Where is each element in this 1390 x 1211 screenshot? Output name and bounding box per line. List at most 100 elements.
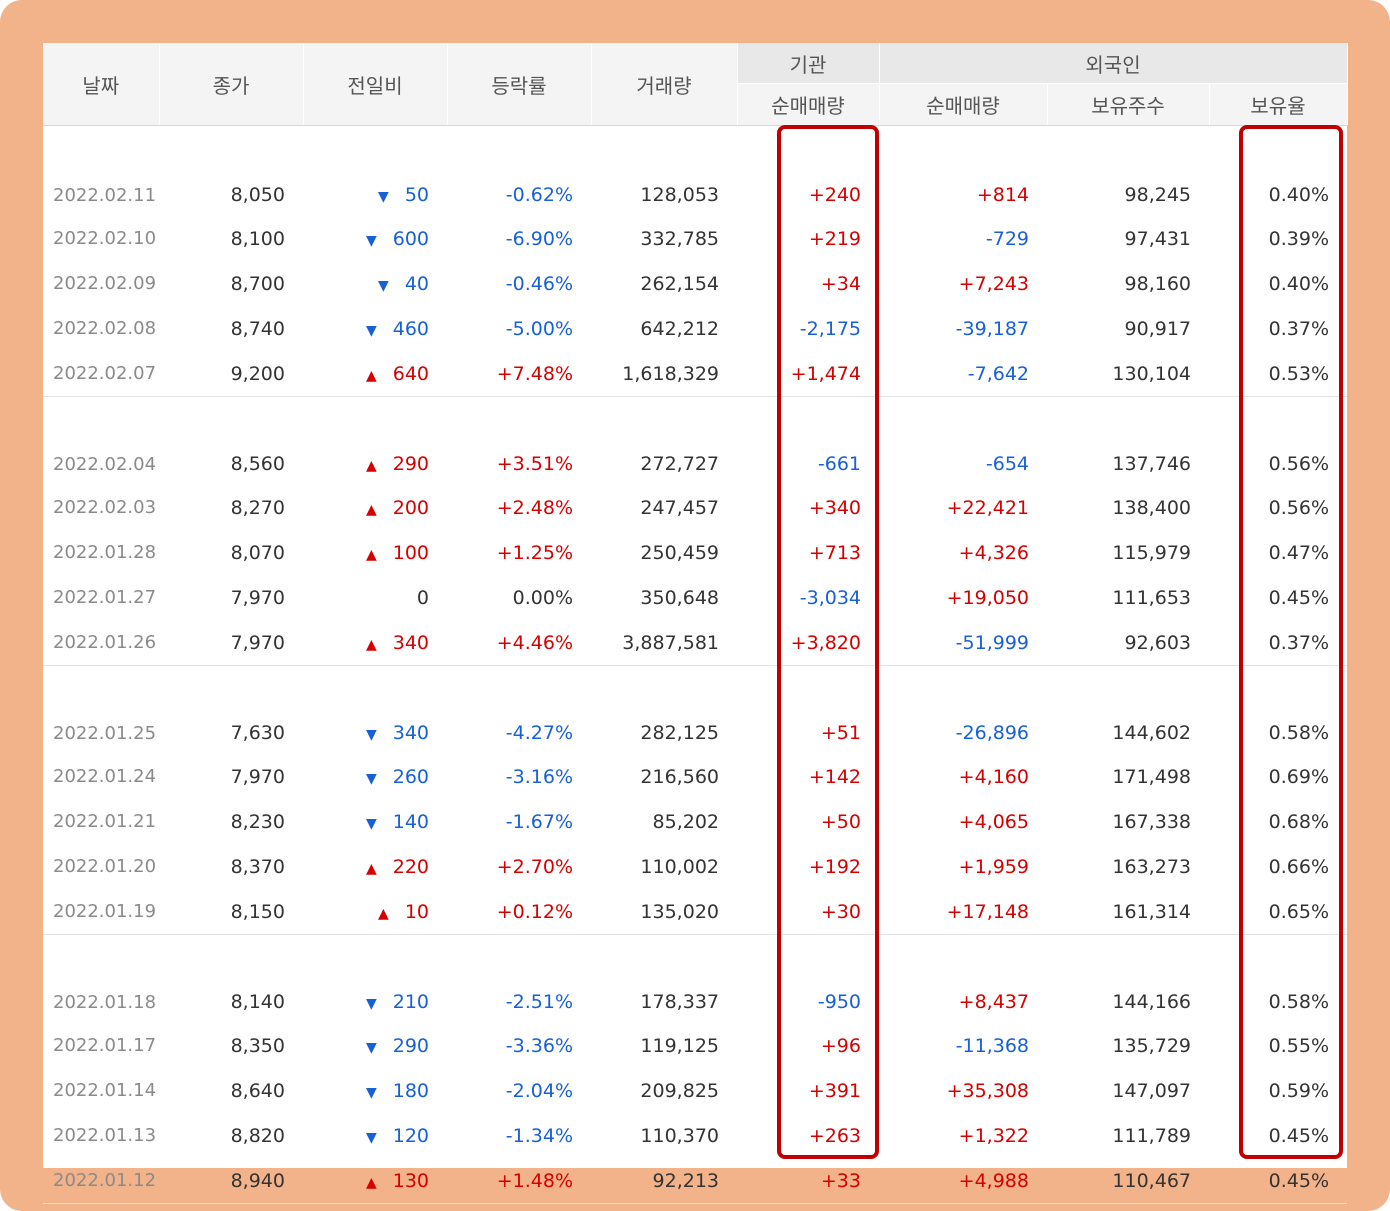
cell-change: ▼ 210: [303, 935, 447, 1023]
cell-foreign-holdings: 144,166: [1112, 991, 1191, 1013]
table-row: 2022.01.20 8,370 ▲ 220 +2.70% 110,002 +192 +1,9…: [43, 844, 1347, 889]
down-arrow-icon: ▼: [365, 996, 377, 1012]
group-divider: [43, 1203, 1347, 1204]
cell-rate: -5.00%: [505, 317, 573, 340]
cell-rate: +7.48%: [496, 362, 573, 385]
cell-foreign-net: +1,959: [958, 855, 1029, 878]
table-row: 2022.01.21 8,230 ▼ 140 -1.67% 85,202 +50 +4,065…: [43, 799, 1347, 844]
stock-trading-table: 날짜 종가 전일비 등락률 거래량 기관 외국인 순매매량 순매매량 보유주수 …: [43, 43, 1348, 1204]
cell-volume: 250,459: [640, 541, 719, 564]
cell-rate: 0.00%: [512, 586, 573, 609]
cell-change: ▼ 140: [303, 799, 447, 844]
change-value: 290: [392, 1034, 429, 1057]
ratio-column-highlight: [1239, 125, 1343, 1159]
cell-date: 2022.02.09: [53, 273, 157, 294]
cell-close: 8,350: [230, 1034, 285, 1057]
down-arrow-icon: ▼: [365, 727, 377, 743]
cell-close: 7,970: [230, 631, 285, 654]
cell-rate: +2.70%: [496, 855, 573, 878]
cell-foreign-holdings: 90,917: [1124, 317, 1191, 340]
cell-volume: 135,020: [640, 900, 719, 923]
cell-volume: 332,785: [640, 227, 719, 250]
cell-foreign-net: +17,148: [946, 900, 1029, 923]
cell-rate: +1.25%: [496, 541, 573, 564]
cell-rate: -0.46%: [505, 272, 573, 295]
cell-close: 8,100: [230, 227, 285, 250]
cell-foreign-holdings: 98,245: [1124, 184, 1191, 206]
table-panel: 날짜 종가 전일비 등락률 거래량 기관 외국인 순매매량 순매매량 보유주수 …: [43, 43, 1348, 1204]
cell-date: 2022.01.27: [53, 587, 157, 608]
cell-volume: 119,125: [640, 1034, 719, 1057]
cell-close: 8,140: [230, 991, 285, 1013]
cell-close: 8,940: [230, 1169, 285, 1192]
cell-change: ▼ 40: [303, 261, 447, 306]
cell-date: 2022.01.28: [53, 542, 157, 563]
cell-volume: 209,825: [640, 1079, 719, 1102]
change-value: 260: [392, 765, 429, 788]
cell-close: 8,270: [230, 496, 285, 519]
cell-rate: -3.16%: [505, 765, 573, 788]
cell-volume: 85,202: [652, 810, 719, 833]
down-arrow-icon: ▼: [378, 189, 389, 205]
cell-rate: -2.04%: [505, 1079, 573, 1102]
cell-foreign-holdings: 111,653: [1112, 586, 1191, 609]
cell-date: 2022.01.13: [53, 1125, 157, 1146]
cell-volume: 282,125: [640, 722, 719, 744]
change-value: 180: [392, 1079, 429, 1102]
change-value: 340: [392, 722, 429, 744]
cell-date: 2022.02.10: [53, 228, 157, 249]
header-foreign-holdings: 보유주수: [1047, 83, 1210, 126]
cell-volume: 3,887,581: [622, 631, 719, 654]
change-value: 120: [392, 1124, 429, 1147]
header-close: 종가: [159, 43, 304, 126]
cell-volume: 110,002: [640, 855, 719, 878]
cell-foreign-net: +1,322: [958, 1124, 1029, 1147]
down-arrow-icon: ▼: [365, 815, 377, 832]
divider-line: [43, 1203, 1347, 1204]
table-row: 2022.01.17 8,350 ▼ 290 -3.36% 119,125 +96 -11,3…: [43, 1023, 1347, 1068]
header-change: 전일비: [303, 43, 448, 126]
cell-change: ▲ 10: [303, 889, 447, 935]
cell-foreign-holdings: 111,789: [1112, 1124, 1191, 1147]
cell-close: 8,700: [230, 272, 285, 295]
cell-rate: -0.62%: [505, 184, 573, 206]
cell-foreign-net: +4,065: [958, 810, 1029, 833]
up-arrow-icon: ▲: [365, 458, 377, 474]
down-arrow-icon: ▼: [365, 1039, 377, 1056]
cell-rate: -4.27%: [505, 722, 573, 744]
table-row: 2022.02.08 8,740 ▼ 460 -5.00% 642,212 -2,175 -3…: [43, 306, 1347, 351]
cell-foreign-holdings: 144,602: [1112, 722, 1191, 744]
table-row: 2022.01.13 8,820 ▼ 120 -1.34% 110,370 +263 +1,3…: [43, 1113, 1347, 1158]
cell-volume: 272,727: [640, 453, 719, 475]
cell-foreign-holdings: 110,467: [1112, 1169, 1191, 1192]
cell-date: 2022.01.24: [53, 766, 157, 787]
table-row: 2022.01.24 7,970 ▼ 260 -3.16% 216,560 +142 +4,1…: [43, 754, 1347, 799]
cell-date: 2022.01.25: [53, 723, 157, 744]
table-row: 2022.01.12 8,940 ▲ 130 +1.48% 92,213 +33 +4,988…: [43, 1158, 1347, 1204]
cell-change: ▼ 50: [303, 126, 447, 217]
cell-close: 8,640: [230, 1079, 285, 1102]
table-row: 2022.02.10 8,100 ▼ 600 -6.90% 332,785 +219 -729…: [43, 216, 1347, 261]
change-value: 40: [404, 272, 429, 295]
cell-change: ▲ 200: [303, 485, 447, 530]
cell-rate: -1.34%: [505, 1124, 573, 1147]
cell-volume: 110,370: [640, 1124, 719, 1147]
change-value: 460: [392, 317, 429, 340]
cell-foreign-net: +35,308: [946, 1079, 1029, 1102]
up-arrow-icon: ▲: [365, 367, 377, 384]
cell-close: 8,070: [230, 541, 285, 564]
cell-close: 7,630: [230, 722, 285, 744]
change-value: 10: [404, 900, 429, 923]
cell-foreign-holdings: 163,273: [1112, 855, 1191, 878]
down-arrow-icon: ▼: [365, 1129, 377, 1146]
up-arrow-icon: ▲: [365, 860, 377, 877]
cell-rate: -6.90%: [505, 227, 573, 250]
table-row: 2022.01.14 8,640 ▼ 180 -2.04% 209,825 +391 +35,…: [43, 1068, 1347, 1113]
cell-change: ▲ 640: [303, 351, 447, 397]
cell-volume: 642,212: [640, 317, 719, 340]
change-value: 220: [392, 855, 429, 878]
cell-change: 0: [303, 575, 447, 620]
cell-rate: +0.12%: [496, 900, 573, 923]
cell-volume: 1,618,329: [622, 362, 719, 385]
change-value: 290: [392, 453, 429, 475]
